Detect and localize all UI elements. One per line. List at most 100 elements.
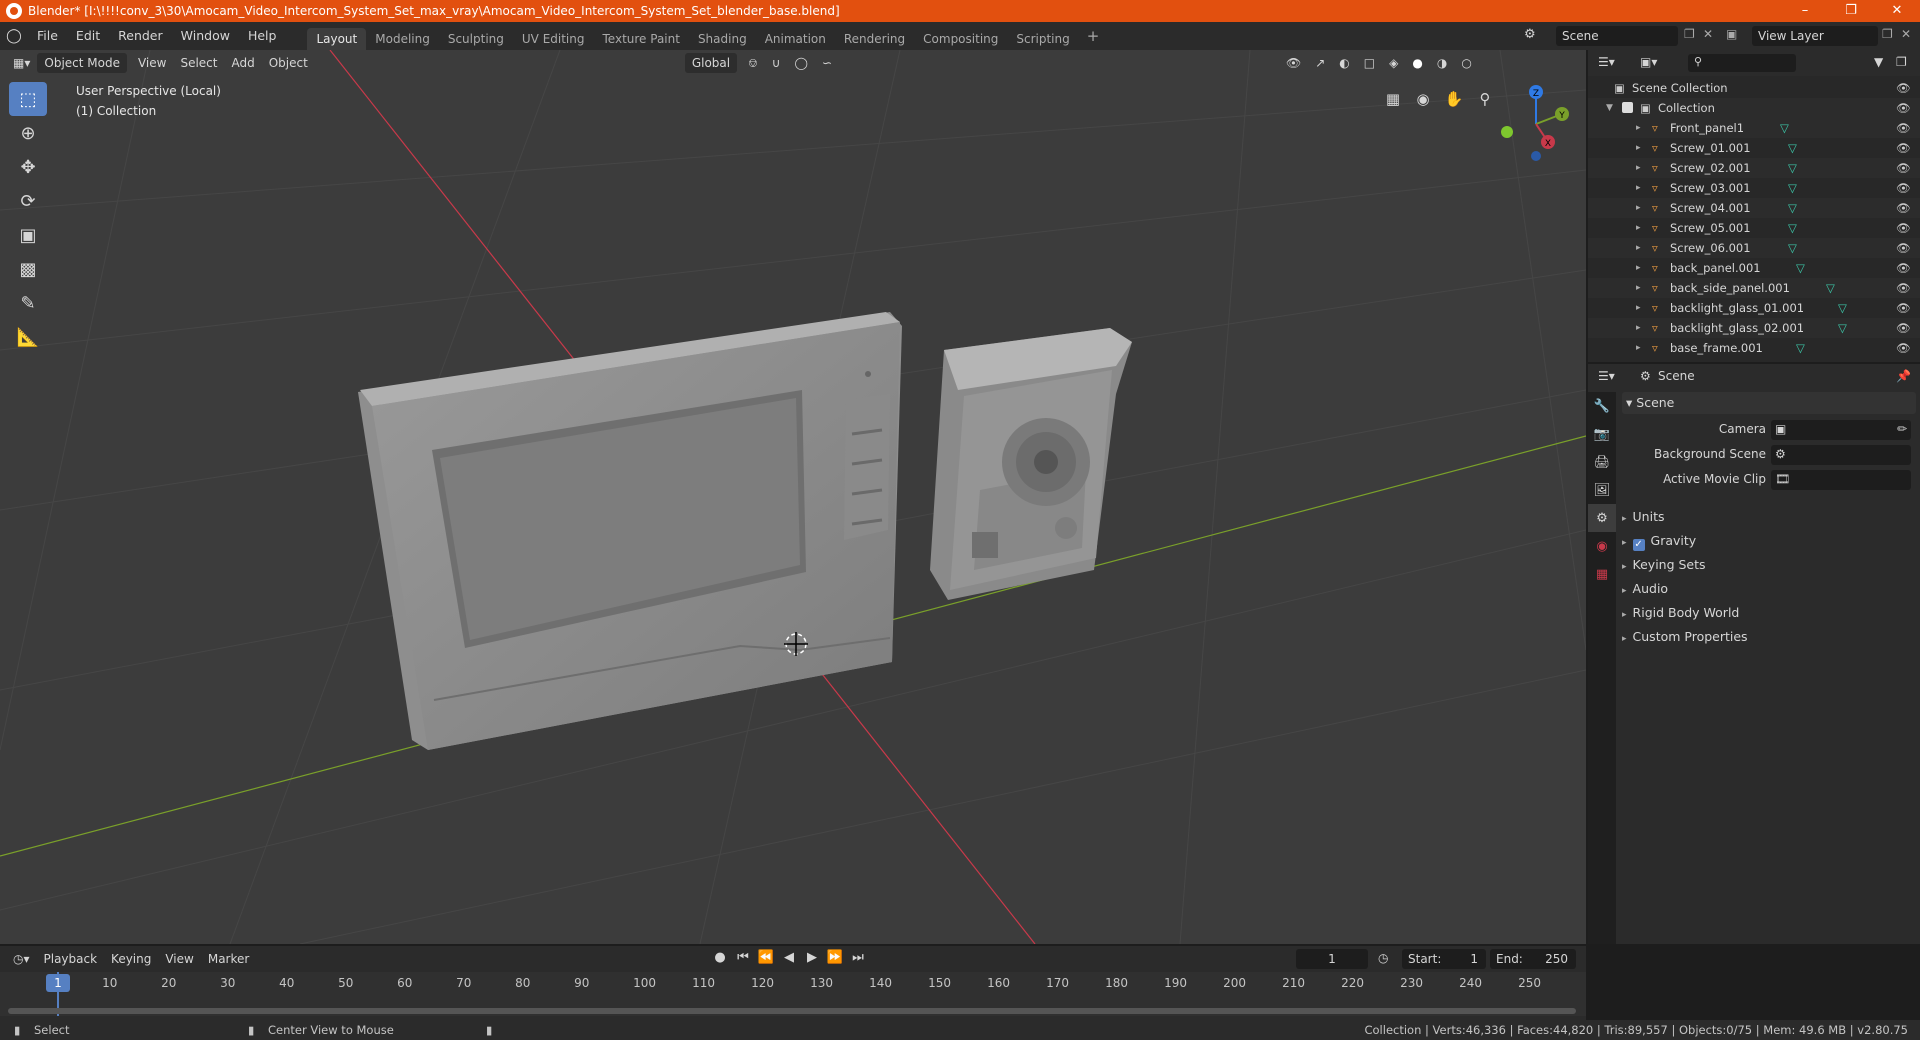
expand-arrow-icon[interactable]: ▼ — [1606, 98, 1613, 118]
proportional-edit-icon[interactable]: ◯ — [788, 53, 815, 73]
xray-toggle-icon[interactable]: □ — [1357, 53, 1382, 73]
mesh-data-icon[interactable]: ▽ — [1838, 298, 1847, 318]
gravity-panel[interactable]: ▸ ✓ Gravity — [1622, 530, 1916, 552]
mesh-data-icon[interactable]: ▽ — [1788, 178, 1797, 198]
mesh-data-icon[interactable]: ▽ — [1826, 278, 1835, 298]
output-tab-icon[interactable]: 🖨 — [1588, 448, 1616, 476]
background-scene-field[interactable]: ⚙ — [1771, 445, 1911, 465]
pin-icon[interactable]: 📌 — [1896, 369, 1911, 383]
tab-sculpting[interactable]: Sculpting — [439, 28, 513, 50]
play-reverse-icon[interactable]: ◀ — [779, 950, 799, 965]
expand-arrow-icon[interactable]: ▸ — [1636, 158, 1641, 178]
wireframe-shading-icon[interactable]: ◈ — [1382, 53, 1405, 73]
gravity-checkbox[interactable]: ✓ — [1632, 539, 1645, 551]
properties-editor-type-icon[interactable]: ☰▾ — [1598, 369, 1615, 383]
scene-tab-icon[interactable]: ⚙ — [1588, 504, 1616, 532]
current-frame-field[interactable]: 1 — [1296, 949, 1368, 969]
outliner-object-row[interactable]: ▸ ▿ back_panel.001 ▽ 👁 — [1588, 258, 1920, 278]
menu-object[interactable]: Object — [262, 53, 315, 73]
outliner-collection[interactable]: ▼ ▣ Collection 👁 — [1588, 98, 1920, 118]
blender-menu-icon[interactable]: ◯ — [0, 28, 28, 44]
scene-panel-header[interactable]: ▾ Scene — [1622, 392, 1916, 414]
display-mode-icon[interactable]: ▣▾ — [1640, 55, 1657, 69]
start-frame-field[interactable]: Start: 1 — [1402, 949, 1486, 969]
move-tool-icon[interactable]: ✥ — [9, 150, 47, 184]
timeline-editor-type-icon[interactable]: ◷▾ — [6, 949, 37, 969]
play-icon[interactable]: ▶ — [802, 950, 822, 965]
mesh-data-icon[interactable]: ▽ — [1788, 238, 1797, 258]
visibility-eye-icon[interactable]: 👁 — [1896, 218, 1911, 238]
audio-panel[interactable]: ▸ Audio — [1622, 578, 1916, 600]
expand-arrow-icon[interactable]: ▸ — [1636, 178, 1641, 198]
timeline-scrollbar[interactable] — [8, 1008, 1576, 1014]
expand-arrow-icon[interactable]: ▸ — [1636, 118, 1641, 138]
playhead-frame-badge[interactable]: 1 — [46, 974, 70, 992]
visibility-eye-icon[interactable]: 👁 — [1896, 78, 1911, 98]
menu-help[interactable]: Help — [239, 22, 286, 50]
tool-tab-icon[interactable]: 🔧 — [1588, 392, 1616, 420]
outliner-object-row[interactable]: ▸ ▿ Screw_06.001 ▽ 👁 — [1588, 238, 1920, 258]
cursor-tool-icon[interactable]: ⊕ — [9, 116, 47, 150]
expand-arrow-icon[interactable]: ▸ — [1636, 278, 1641, 298]
object-mode-dropdown[interactable]: Object Mode — [37, 53, 127, 73]
menu-select[interactable]: Select — [173, 53, 224, 73]
remove-scene-icon[interactable]: ✕ — [1703, 27, 1713, 41]
outliner-object-row[interactable]: ▸ ▿ backlight_glass_02.001 ▽ 👁 — [1588, 318, 1920, 338]
overlay-toggle-icon[interactable]: ◐ — [1332, 53, 1356, 73]
tab-scripting[interactable]: Scripting — [1007, 28, 1078, 50]
custom-properties-panel[interactable]: ▸ Custom Properties — [1622, 626, 1916, 648]
rendered-shading-icon[interactable]: ○ — [1454, 53, 1478, 73]
tab-rendering[interactable]: Rendering — [835, 28, 914, 50]
transform-tool-icon[interactable]: ▩ — [9, 252, 47, 286]
menu-playback[interactable]: Playback — [37, 949, 105, 969]
new-scene-icon[interactable]: ❐ — [1684, 27, 1695, 41]
material-shading-icon[interactable]: ◑ — [1430, 53, 1454, 73]
outliner-object-row[interactable]: ▸ ▿ Screw_03.001 ▽ 👁 — [1588, 178, 1920, 198]
tab-animation[interactable]: Animation — [756, 28, 835, 50]
mesh-data-icon[interactable]: ▽ — [1780, 118, 1789, 138]
visibility-icon[interactable]: 👁 — [1279, 53, 1308, 73]
remove-view-layer-icon[interactable]: ✕ — [1901, 27, 1911, 41]
outliner-object-row[interactable]: ▸ ▿ Screw_02.001 ▽ 👁 — [1588, 158, 1920, 178]
view-layer-selector[interactable]: View Layer — [1752, 26, 1878, 46]
menu-view[interactable]: View — [131, 53, 173, 73]
menu-timeline-view[interactable]: View — [158, 949, 200, 969]
outliner-editor-type-icon[interactable]: ☰▾ — [1598, 55, 1615, 69]
falloff-icon[interactable]: ∽ — [815, 53, 839, 73]
outliner-object-row[interactable]: ▸ ▿ Screw_04.001 ▽ 👁 — [1588, 198, 1920, 218]
maximize-button[interactable]: ❐ — [1828, 0, 1874, 22]
tab-layout[interactable]: Layout — [307, 28, 367, 50]
scale-tool-icon[interactable]: ▣ — [9, 218, 47, 252]
rotate-tool-icon[interactable]: ⟳ — [9, 184, 47, 218]
end-frame-field[interactable]: End: 250 — [1490, 949, 1576, 969]
visibility-eye-icon[interactable]: 👁 — [1896, 138, 1911, 158]
active-movie-clip-field[interactable]: 🎞 — [1771, 470, 1911, 490]
mesh-data-icon[interactable]: ▽ — [1788, 198, 1797, 218]
mesh-data-icon[interactable]: ▽ — [1796, 258, 1805, 278]
mesh-data-icon[interactable]: ▽ — [1788, 158, 1797, 178]
jump-end-icon[interactable]: ⏭ — [848, 950, 868, 965]
eyedropper-icon[interactable]: ✏ — [1897, 422, 1907, 436]
visibility-eye-icon[interactable]: 👁 — [1896, 318, 1911, 338]
visibility-eye-icon[interactable]: 👁 — [1896, 238, 1911, 258]
3d-viewport[interactable]: ▦▾ Object Mode View Select Add Object Gl… — [0, 50, 1586, 944]
tab-texture-paint[interactable]: Texture Paint — [594, 28, 689, 50]
mesh-data-icon[interactable]: ▽ — [1796, 338, 1805, 358]
transform-orientation-dropdown[interactable]: Global — [684, 53, 738, 73]
outliner-search-input[interactable]: ⚲ — [1688, 54, 1796, 72]
menu-edit[interactable]: Edit — [67, 22, 109, 50]
close-button[interactable]: ✕ — [1874, 0, 1920, 22]
visibility-eye-icon[interactable]: 👁 — [1896, 178, 1911, 198]
add-workspace-button[interactable]: + — [1079, 27, 1108, 45]
menu-keying[interactable]: Keying — [104, 949, 158, 969]
solid-shading-icon[interactable]: ● — [1405, 53, 1429, 73]
exclude-checkbox[interactable] — [1622, 102, 1633, 113]
tab-shading[interactable]: Shading — [689, 28, 756, 50]
scene-selector[interactable]: Scene — [1556, 26, 1678, 46]
mesh-data-icon[interactable]: ▽ — [1788, 138, 1797, 158]
expand-arrow-icon[interactable]: ▸ — [1636, 138, 1641, 158]
world-tab-icon[interactable]: ◉ — [1588, 532, 1616, 560]
render-tab-icon[interactable]: 📷 — [1588, 420, 1616, 448]
outliner-object-row[interactable]: ▸ ▿ Front_panel1 ▽ 👁 — [1588, 118, 1920, 138]
gizmo-toggle-icon[interactable]: ↗ — [1308, 53, 1332, 73]
